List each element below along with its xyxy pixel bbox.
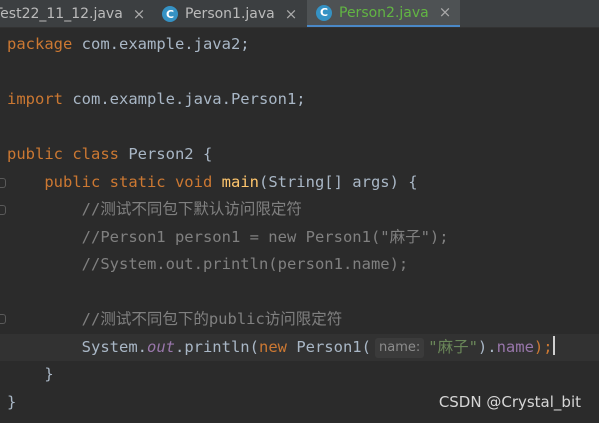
tab-person2[interactable]: C Person2.java ×	[307, 0, 460, 27]
code-text: (String[] args) {	[258, 173, 418, 191]
code-line-1: package com.example.java2;	[7, 31, 250, 58]
code-line-11: //测试不同包下的public访问限定符	[7, 310, 343, 328]
method-name: main	[221, 173, 259, 191]
keyword: public class	[7, 145, 119, 163]
close-icon[interactable]: ×	[285, 6, 298, 22]
code-line-6: public static void main(String[] args) {	[7, 169, 418, 196]
code-text: Person1(	[286, 338, 371, 356]
close-icon[interactable]: ×	[439, 5, 452, 20]
keyword: package	[7, 35, 73, 53]
close-icon[interactable]: ×	[133, 6, 146, 22]
code-text: System.	[7, 338, 147, 356]
editor-tab-bar: Test22_11_12.java × C Person1.java × C P…	[0, 0, 599, 28]
fold-marker-icon[interactable]	[0, 178, 6, 188]
field: name	[496, 338, 534, 356]
code-line-7: //测试不同包下默认访问限定符	[7, 200, 302, 218]
keyword: public static void	[44, 173, 213, 191]
tab-label: Test22_11_12.java	[0, 6, 123, 22]
watermark: CSDN @Crystal_bit	[438, 393, 581, 411]
code-editor[interactable]: package com.example.java2; import com.ex…	[0, 28, 599, 423]
code-text: com.example.java2;	[72, 35, 250, 53]
java-class-icon: C	[316, 4, 332, 21]
tab-test22-11-12[interactable]: Test22_11_12.java ×	[0, 0, 145, 27]
keyword: import	[7, 90, 63, 108]
fold-marker-icon[interactable]	[0, 205, 6, 215]
text-caret	[552, 336, 555, 355]
code-text: .println(	[174, 338, 259, 356]
code-line-12: System.out.println(new Person1(name: "麻子"…	[7, 334, 555, 361]
code-line-5: public class Person2 {	[7, 141, 212, 168]
tab-person1[interactable]: C Person1.java ×	[154, 0, 304, 27]
fold-marker-icon[interactable]	[0, 314, 6, 324]
keyword: new	[258, 338, 287, 356]
code-line-13: }	[7, 365, 54, 383]
code-text: com.example.java.Person1;	[63, 90, 306, 108]
code-line-14: }	[7, 393, 17, 411]
code-line-9: //System.out.println(person1.name);	[7, 255, 409, 273]
string-literal: "麻子"	[428, 338, 478, 356]
tab-label: Person2.java	[339, 4, 429, 21]
tab-label: Person1.java	[185, 6, 275, 22]
static-field: out	[146, 338, 175, 356]
code-text: );	[533, 338, 553, 356]
code-line-8: //Person1 person1 = new Person1("麻子");	[7, 228, 449, 246]
code-text: ).	[477, 338, 497, 356]
java-class-icon: C	[162, 6, 178, 22]
parameter-hint: name:	[374, 338, 425, 358]
code-text: Person2 {	[118, 145, 213, 163]
code-line-3: import com.example.java.Person1;	[7, 86, 306, 113]
